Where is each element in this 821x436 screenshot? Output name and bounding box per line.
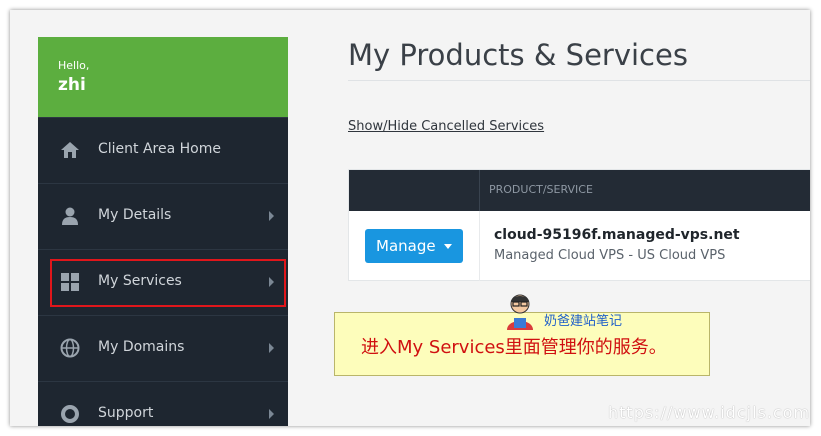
toggle-cancelled-services-link[interactable]: Show/Hide Cancelled Services (348, 119, 544, 134)
mascot-icon (507, 294, 533, 330)
services-table: PRODUCT/SERVICE Manage cloud-95196f.mana… (348, 169, 810, 281)
sidebar-item-my-domains[interactable]: My Domains (38, 315, 288, 382)
brand-label: 奶爸建站笔记 (544, 314, 623, 329)
globe-icon (60, 338, 80, 358)
caret-down-icon (444, 244, 452, 249)
user-icon (62, 207, 78, 225)
watermark-text: https://www.idcjls.com (608, 403, 811, 422)
chevron-right-icon (269, 211, 274, 221)
chevron-right-icon (269, 409, 274, 419)
welcome-panel: Hello, zhi (38, 37, 288, 117)
title-divider (348, 80, 810, 81)
service-hostname[interactable]: cloud-95196f.managed-vps.net (494, 227, 740, 243)
sidebar-item-client-area-home[interactable]: Client Area Home (38, 117, 288, 184)
username: zhi (58, 75, 86, 95)
manage-button[interactable]: Manage (365, 229, 463, 263)
sidebar-item-label: Support (98, 405, 154, 421)
lifebuoy-icon (61, 405, 79, 423)
sidebar-item-support[interactable]: Support (38, 381, 288, 426)
greeting-text: Hello, (58, 59, 90, 72)
app-window: Hello, zhi Client Area Home My Details M… (10, 10, 810, 426)
highlight-box (50, 259, 286, 307)
home-icon (61, 142, 79, 158)
column-divider (479, 211, 480, 281)
sidebar-item-my-details[interactable]: My Details (38, 183, 288, 250)
sidebar-item-label: My Domains (98, 339, 185, 355)
client-sidebar: Hello, zhi Client Area Home My Details M… (38, 37, 288, 426)
table-row: Manage cloud-95196f.managed-vps.net Mana… (349, 211, 810, 281)
annotation-text: 进入My Services里面管理你的服务。 (361, 337, 667, 358)
chevron-right-icon (269, 343, 274, 353)
sidebar-item-label: My Details (98, 207, 172, 223)
table-header: PRODUCT/SERVICE (349, 170, 810, 211)
product-service-column-header: PRODUCT/SERVICE (489, 183, 593, 196)
page-title: My Products & Services (348, 38, 688, 72)
column-divider (479, 170, 480, 211)
manage-button-label: Manage (376, 237, 436, 255)
sidebar-item-label: Client Area Home (98, 141, 221, 157)
service-description: Managed Cloud VPS - US Cloud VPS (494, 248, 726, 263)
